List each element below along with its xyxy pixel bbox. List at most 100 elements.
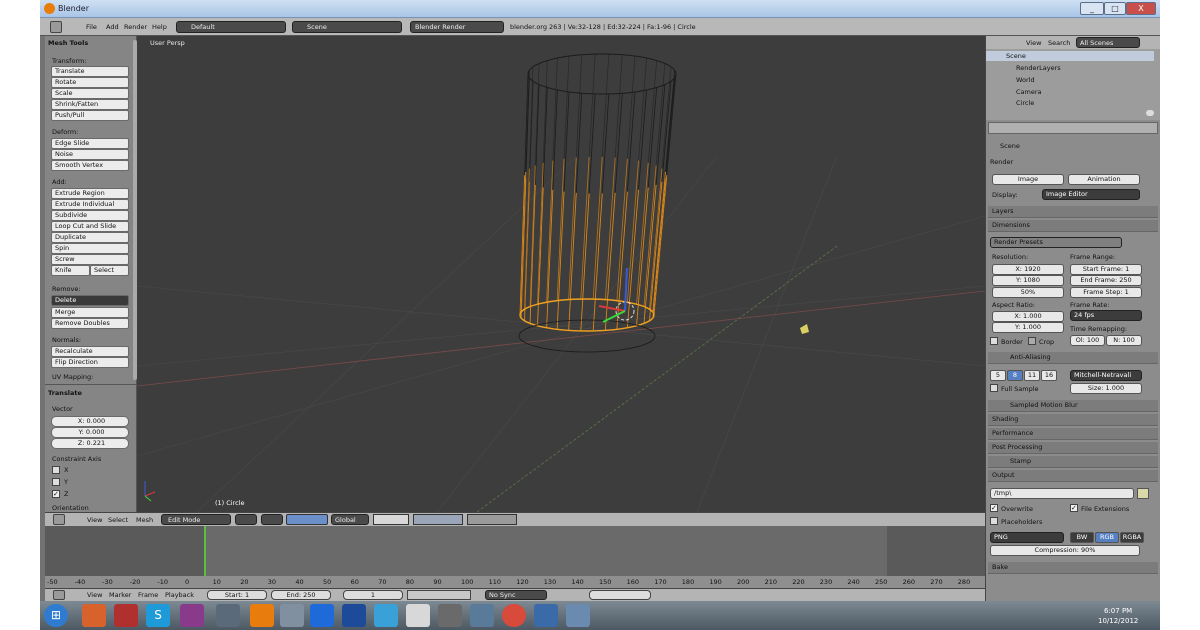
placeholders-checkbox[interactable] [990,517,998,525]
vector-y-field[interactable]: Y: 0.000 [51,427,129,438]
app-icon[interactable] [438,604,462,627]
skype-icon[interactable]: S [146,604,170,627]
orientation-selector[interactable]: Global [331,514,369,525]
delete-menu[interactable]: Delete [51,295,129,306]
shrink-fatten-button[interactable]: Shrink/Fatten [51,99,129,110]
sampled-motion-blur-header[interactable]: Sampled Motion Blur [988,400,1158,412]
app-icon[interactable] [406,604,430,627]
constraint-y-checkbox[interactable] [52,478,60,486]
vector-z-field[interactable]: Z: 0.221 [51,438,129,449]
outliner-display-select[interactable]: All Scenes [1076,37,1140,48]
editor-type-icon[interactable] [50,21,62,33]
timeline-editor[interactable]: -50 -40 -30 -20 -10 0 10 20 30 40 50 60 70 80 90 100 110… [45,526,985,588]
scale-button[interactable]: Scale [51,88,129,99]
subdivide-button[interactable]: Subdivide [51,210,129,221]
menu-playback[interactable]: Playback [165,591,194,599]
app-icon[interactable] [280,604,304,627]
sync-mode-select[interactable]: No Sync [485,590,547,600]
properties-tabs[interactable] [988,122,1158,134]
app-icon[interactable] [566,604,590,627]
menu-render[interactable]: Render [124,23,147,31]
extrude-region-button[interactable]: Extrude Region [51,188,129,199]
app-icon[interactable] [180,604,204,627]
display-select[interactable]: Image Editor [1042,189,1140,200]
chrome-icon[interactable] [502,604,526,627]
color-rgba-button[interactable]: RGBA [1120,532,1144,543]
select-mode-buttons[interactable] [413,514,463,525]
start-frame-field[interactable]: Start: 1 [207,590,267,600]
outliner-scrollbar[interactable] [1146,110,1154,116]
screw-button[interactable]: Screw [51,254,129,265]
render-presets-select[interactable]: Render Presets [990,237,1122,248]
aspect-y-field[interactable]: Y: 1.000 [992,322,1064,333]
blender-icon[interactable] [250,604,274,627]
pivot-select[interactable] [261,514,283,525]
app-icon[interactable] [216,604,240,627]
color-bw-button[interactable]: BW [1070,532,1094,543]
maximize-button[interactable]: □ [1104,2,1126,15]
aspect-x-field[interactable]: X: 1.000 [992,311,1064,322]
app-icon[interactable] [114,604,138,627]
clock-time[interactable]: 6:07 PM [1104,607,1132,615]
outliner-item-circle[interactable]: Circle [1016,99,1034,107]
mesh-tools-header[interactable]: Mesh Tools [48,39,88,47]
aa-samples-5[interactable]: 5 [990,370,1006,381]
extrude-individual-button[interactable]: Extrude Individual [51,199,129,210]
edge-slide-button[interactable]: Edge Slide [51,138,129,149]
current-frame-field[interactable]: 1 [343,590,403,600]
translate-button[interactable]: Translate [51,66,129,77]
menu-help[interactable]: Help [152,23,167,31]
aa-size-field[interactable]: Size: 1.000 [1070,383,1142,394]
aa-filter-select[interactable]: Mitchell-Netravali [1070,370,1142,381]
editor-type-icon[interactable] [53,590,65,600]
output-path-field[interactable]: /tmp\ [990,488,1134,499]
menu-view[interactable]: View [87,591,102,599]
noise-button[interactable]: Noise [51,149,129,160]
spin-button[interactable]: Spin [51,243,129,254]
menu-file[interactable]: File [86,23,97,31]
outliner-search-menu[interactable]: Search [1048,39,1070,47]
smooth-vertex-button[interactable]: Smooth Vertex [51,160,129,171]
resolution-y-field[interactable]: Y: 1080 [992,275,1064,286]
frame-step-field[interactable]: Frame Step: 1 [1070,287,1142,298]
app-icon[interactable] [342,604,366,627]
full-sample-checkbox[interactable] [990,384,998,392]
menu-view[interactable]: View [87,516,102,524]
layout-selector[interactable]: Default [176,21,286,33]
outliner-item-renderlayers[interactable]: RenderLayers [1016,64,1061,72]
translate-operator-header[interactable]: Translate [48,389,82,397]
dimensions-panel-header[interactable]: Dimensions [988,220,1158,232]
loop-cut-button[interactable]: Loop Cut and Slide [51,221,129,232]
time-new-field[interactable]: N: 100 [1106,335,1142,346]
menu-select[interactable]: Select [108,516,128,524]
minimize-button[interactable]: _ [1080,2,1104,15]
scene-selector[interactable]: Scene [292,21,402,33]
time-old-field[interactable]: Ol: 100 [1070,335,1105,346]
vector-x-field[interactable]: X: 0.000 [51,416,129,427]
resolution-percent-field[interactable]: 50% [992,287,1064,298]
file-extensions-checkbox[interactable]: ✓ [1070,504,1078,512]
knife-button[interactable]: Knife [51,265,90,276]
firefox-icon[interactable] [82,604,106,627]
remove-doubles-button[interactable]: Remove Doubles [51,318,129,329]
file-format-select[interactable]: PNG [990,532,1064,543]
color-rgb-button[interactable]: RGB [1095,532,1119,543]
constraint-x-checkbox[interactable] [52,466,60,474]
resolution-x-field[interactable]: X: 1920 [992,264,1064,275]
constraint-z-checkbox[interactable]: ✓ [52,490,60,498]
bake-panel-header[interactable]: Bake [988,562,1158,574]
manipulator-buttons[interactable] [286,514,328,525]
performance-panel-header[interactable]: Performance [988,428,1158,440]
folder-icon[interactable] [1137,488,1149,499]
menu-marker[interactable]: Marker [109,591,131,599]
app-icon[interactable] [374,604,398,627]
push-pull-button[interactable]: Push/Pull [51,110,129,121]
menu-frame[interactable]: Frame [138,591,158,599]
merge-button[interactable]: Merge [51,307,129,318]
aa-samples-8[interactable]: 8 [1007,370,1023,381]
render-animation-button[interactable]: Animation [1068,174,1140,185]
post-processing-panel-header[interactable]: Post Processing [988,442,1158,454]
layer-buttons[interactable] [373,514,409,525]
playback-controls[interactable] [407,590,471,600]
mode-selector[interactable]: Edit Mode [161,514,231,525]
